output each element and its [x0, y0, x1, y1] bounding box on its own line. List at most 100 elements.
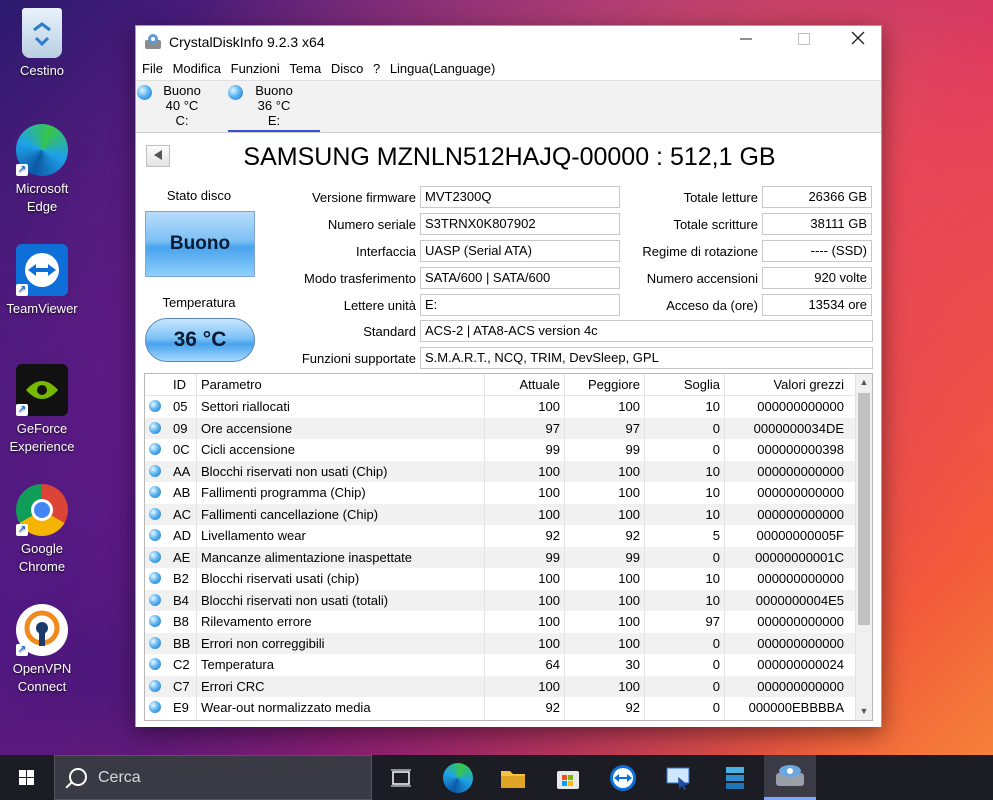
desktop-icon-chrome[interactable]: ↗ Google Chrome — [2, 484, 82, 576]
menu-modifica[interactable]: Modifica — [171, 58, 225, 76]
status-dot-cell — [145, 418, 167, 440]
shortcut-arrow-icon: ↗ — [16, 404, 28, 416]
status-good-dot-icon — [149, 658, 161, 670]
cell-worst: 100 — [565, 611, 645, 633]
cell-worst: 92 — [565, 697, 645, 719]
status-good-dot-icon — [149, 550, 161, 563]
vertical-scrollbar[interactable]: ▲ ▼ — [855, 374, 872, 720]
total-reads-value: 26366 GB — [762, 186, 872, 208]
minimize-button[interactable] — [723, 26, 769, 58]
file-explorer-icon[interactable] — [498, 763, 528, 793]
cell-raw-value: 000000000000 — [757, 485, 844, 500]
table-row[interactable]: B2 Blocchi riservati usati (chip) 100 100 10… — [145, 568, 872, 590]
menu-disco[interactable]: Disco — [329, 58, 368, 76]
cell-parameter: Blocchi riservati usati (chip) — [197, 568, 485, 590]
cell-parameter: Cicli accensione — [197, 439, 485, 461]
crystaldiskinfo-taskbar-button[interactable] — [764, 755, 816, 800]
menu-lingua[interactable]: Lingua(Language) — [388, 58, 500, 76]
table-row[interactable]: C7 Errori CRC 100 100 0 000000000000 — [145, 675, 872, 697]
cell-worst: 100 — [565, 675, 645, 697]
cell-parameter: Errori non correggibili — [197, 632, 485, 654]
interface-value: UASP (Serial ATA) — [420, 240, 620, 262]
desktop-icon-openvpn[interactable]: ↗ OpenVPN Connect — [2, 604, 82, 696]
cell-id: 05 — [167, 396, 197, 418]
task-view-icon[interactable] — [386, 763, 416, 793]
serial-value: S3TRNX0K807902 — [420, 213, 620, 235]
status-dot-cell — [145, 461, 167, 483]
table-row[interactable]: AB Fallimenti programma (Chip) 100 100 10 000… — [145, 482, 872, 504]
remote-desktop-icon[interactable] — [664, 763, 694, 793]
column-header-threshold[interactable]: Soglia — [645, 374, 725, 395]
table-row[interactable]: E9 Wear-out normalizzato media 92 92 0 000000… — [145, 697, 872, 719]
cell-id: AC — [167, 503, 197, 525]
scroll-down-icon[interactable]: ▼ — [856, 703, 872, 720]
title-bar[interactable]: CrystalDiskInfo 9.2.3 x64 — [136, 26, 881, 58]
scrollbar-thumb[interactable] — [858, 393, 870, 625]
cell-raw-value: 000000000000 — [757, 399, 844, 414]
disk-tab-e[interactable]: Buono 36 °C E: — [228, 83, 320, 132]
desktop-icon-geforce[interactable]: ↗ GeForce Experience — [2, 364, 82, 456]
column-header-worst[interactable]: Peggiore — [565, 374, 645, 395]
close-button[interactable] — [835, 26, 881, 58]
transfer-mode-label: Modo trasferimento — [304, 271, 416, 286]
cell-current: 100 — [485, 482, 565, 504]
cell-parameter: Mancanze alimentazione inaspettate — [197, 546, 485, 568]
table-row[interactable]: BB Errori non correggibili 100 100 0 00000000… — [145, 632, 872, 654]
cell-threshold: 5 — [645, 525, 725, 547]
cell-worst: 100 — [565, 396, 645, 418]
desktop-icon-recycle-bin[interactable]: Cestino — [2, 8, 82, 80]
status-good-dot-icon — [149, 464, 161, 477]
table-row[interactable]: AA Blocchi riservati non usati (Chip) 100 1… — [145, 460, 872, 483]
column-header-current[interactable]: Attuale — [485, 374, 565, 395]
menu-tema[interactable]: Tema — [287, 58, 325, 76]
table-row[interactable]: 05 Settori riallocati 100 100 10 000000000000 — [145, 396, 872, 418]
desktop-icon-label: Microsoft Edge — [15, 181, 69, 214]
table-row[interactable]: AD Livellamento wear 92 92 5 00000000005F — [145, 525, 872, 547]
column-header-raw-values[interactable]: Valori grezzi — [725, 374, 850, 395]
cell-current: 100 — [485, 503, 565, 525]
table-row[interactable]: 09 Ore accensione 97 97 0 0000000034DE — [145, 417, 872, 440]
table-row[interactable]: C2 Temperatura 64 30 0 000000000024 — [145, 654, 872, 676]
health-status-badge[interactable]: Buono — [145, 211, 255, 277]
scroll-up-icon[interactable]: ▲ — [856, 374, 872, 391]
cell-threshold: 0 — [645, 654, 725, 676]
power-on-hours-label: Acceso da (ore) — [666, 298, 758, 313]
table-row[interactable]: B4 Blocchi riservati non usati (totali) 10… — [145, 589, 872, 611]
taskbar-search-box[interactable]: Cerca — [54, 755, 372, 800]
disk-tab-c[interactable]: Buono 40 °C C: — [136, 83, 228, 128]
menu-file[interactable]: File — [140, 58, 167, 76]
microsoft-store-icon[interactable] — [553, 763, 583, 793]
cell-id: E9 — [167, 697, 197, 719]
table-row[interactable]: B8 Rilevamento errore 100 100 97 000000000000 — [145, 611, 872, 633]
table-row[interactable]: AE Mancanze alimentazione inaspettate 99 99… — [145, 546, 872, 568]
cell-threshold: 10 — [645, 460, 725, 482]
desktop-icon-teamviewer[interactable]: ↗ TeamViewer — [2, 244, 82, 318]
status-good-dot-icon — [149, 679, 161, 692]
menu-help[interactable]: ? — [371, 58, 384, 76]
table-header: ID Parametro Attuale Peggiore Soglia Val… — [145, 374, 872, 396]
maximize-button[interactable] — [781, 26, 827, 58]
teamviewer-taskbar-icon[interactable] — [608, 763, 638, 793]
desktop-icon-edge[interactable]: ↗ Microsoft Edge — [2, 124, 82, 216]
cell-parameter: Settori riallocati — [197, 396, 485, 418]
cell-worst: 92 — [565, 525, 645, 547]
status-good-dot-icon — [149, 636, 161, 649]
cell-threshold: 10 — [645, 396, 725, 418]
start-button[interactable] — [0, 755, 54, 800]
menu-funzioni[interactable]: Funzioni — [229, 58, 284, 76]
health-status-dot-icon — [137, 85, 152, 100]
status-dot-cell — [145, 396, 167, 418]
app-stack-icon[interactable] — [720, 763, 750, 793]
cell-current: 100 — [485, 632, 565, 654]
edge-icon: ↗ — [16, 124, 68, 176]
column-header-parameter[interactable]: Parametro — [197, 374, 485, 395]
cell-current: 99 — [485, 546, 565, 568]
table-row[interactable]: AC Fallimenti cancellazione (Chip) 100 100 1… — [145, 503, 872, 525]
firmware-value: MVT2300Q — [420, 186, 620, 208]
desktop-icon-label: OpenVPN Connect — [12, 661, 72, 694]
edge-taskbar-icon[interactable] — [443, 763, 473, 793]
cell-id: C2 — [167, 654, 197, 676]
column-header-id[interactable]: ID — [167, 374, 197, 395]
table-row[interactable]: 0C Cicli accensione 99 99 0 000000000398 — [145, 439, 872, 461]
status-good-dot-icon — [149, 507, 161, 520]
